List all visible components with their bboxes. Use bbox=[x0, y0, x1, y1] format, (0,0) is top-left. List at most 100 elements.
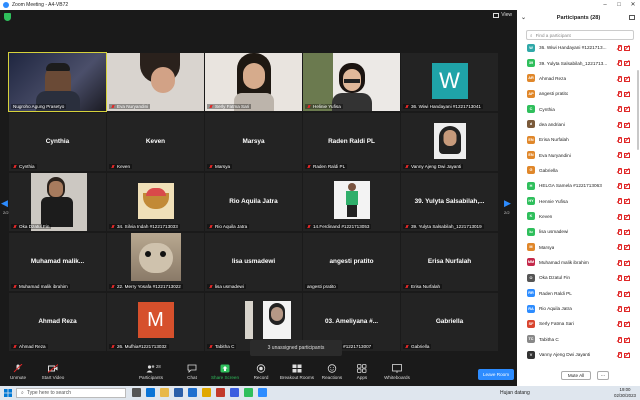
mic-muted-icon[interactable] bbox=[616, 152, 622, 159]
participant-list-item[interactable]: RR Raden Raldi PL bbox=[517, 286, 637, 301]
close-button[interactable]: ✕ bbox=[626, 0, 640, 10]
participant-list-item[interactable]: O Oka Dzatul Fin bbox=[517, 270, 637, 285]
mic-muted-icon[interactable] bbox=[616, 75, 622, 82]
participant-list-item[interactable]: MM Muhamad malik ibrahim bbox=[517, 255, 637, 270]
store-icon[interactable] bbox=[174, 388, 183, 397]
system-clock[interactable]: 19:00 02/30/2023 bbox=[614, 387, 636, 398]
participant-tile[interactable]: Marsya Marsya bbox=[205, 113, 302, 171]
participant-tile[interactable]: angesti pratito angesti pratito bbox=[303, 233, 400, 291]
mic-muted-icon[interactable] bbox=[616, 91, 622, 98]
participant-tile[interactable]: M 26. Mufhia#1221713032 bbox=[107, 293, 204, 351]
mic-muted-icon[interactable] bbox=[616, 183, 622, 190]
view-button[interactable]: View bbox=[493, 12, 512, 18]
task-view-icon[interactable] bbox=[132, 388, 141, 397]
participant-search-input[interactable]: ⌕ Find a participant bbox=[526, 30, 634, 40]
mail-icon[interactable] bbox=[188, 388, 197, 397]
participant-list-item[interactable]: M Marsya bbox=[517, 239, 637, 254]
next-page-arrow[interactable]: ▶ bbox=[504, 198, 512, 208]
participant-tile[interactable]: Keven Keven bbox=[107, 113, 204, 171]
participant-tile[interactable]: 39. Yulyta Salsabilah,... 39. Yulyta Sals… bbox=[401, 173, 498, 231]
taskbar-search-input[interactable]: ⌕ Type here to search bbox=[16, 388, 126, 398]
mic-muted-icon[interactable] bbox=[616, 167, 622, 174]
participants-button[interactable]: Participants 28 bbox=[136, 364, 166, 380]
participant-list-item[interactable]: SF Serly Fatma Sari bbox=[517, 316, 637, 331]
participant-list-item[interactable]: K Keven bbox=[517, 209, 637, 224]
participant-tile[interactable]: Nugroho Agung Prasetyo bbox=[8, 52, 107, 112]
mic-muted-icon[interactable] bbox=[616, 275, 622, 282]
participant-tile[interactable]: Serly Fatma Sari bbox=[205, 53, 302, 111]
participant-list-item[interactable]: lu lisa usmadewi bbox=[517, 224, 637, 239]
mic-muted-icon[interactable] bbox=[616, 321, 622, 328]
windows-start-icon[interactable] bbox=[4, 389, 12, 397]
reactions-button[interactable]: Reactions bbox=[320, 364, 344, 380]
maximize-button[interactable]: □ bbox=[612, 0, 626, 10]
mic-muted-icon[interactable] bbox=[616, 290, 622, 297]
record-button[interactable]: Record bbox=[249, 364, 273, 380]
participant-tile[interactable]: Gabriella Gabriella bbox=[401, 293, 498, 351]
excel-icon[interactable] bbox=[244, 388, 253, 397]
participant-list-item[interactable]: AR Ahmad Reza bbox=[517, 71, 637, 86]
participant-list-item[interactable]: W 36. Wiwi Handayani #1221713... bbox=[517, 40, 637, 55]
unassigned-toast[interactable]: 3 unassigned participants bbox=[250, 340, 342, 356]
mic-muted-icon[interactable] bbox=[616, 259, 622, 266]
participant-tile[interactable]: 14.Ferdinand #1221713053 bbox=[303, 173, 400, 231]
participant-tile[interactable]: Eva Nuryandini bbox=[107, 53, 204, 111]
mic-muted-icon[interactable] bbox=[616, 60, 622, 67]
chevron-down-icon[interactable]: ⌄ bbox=[521, 14, 526, 21]
chat-button[interactable]: Chat bbox=[182, 364, 202, 380]
breakout-rooms-button[interactable]: Breakout Rooms bbox=[278, 364, 316, 380]
panel-scrollbar[interactable] bbox=[637, 70, 639, 150]
participant-list-item[interactable]: 39 39. Yulyta Salsabilah_1221713... bbox=[517, 55, 637, 70]
participant-list-item[interactable]: AP angesti pratito bbox=[517, 86, 637, 101]
start-video-button[interactable]: Start Video bbox=[38, 364, 68, 380]
participant-tile[interactable]: Oka Dzatul Fin bbox=[9, 173, 106, 231]
participant-list-item[interactable]: EN Erisa Nurfalah bbox=[517, 132, 637, 147]
mic-muted-icon[interactable] bbox=[616, 121, 622, 128]
mic-muted-icon[interactable] bbox=[616, 305, 622, 312]
more-options-button[interactable]: ... bbox=[597, 371, 609, 380]
participant-tile[interactable]: Muhamad malik... Muhamad malik ibrahim bbox=[9, 233, 106, 291]
share-screen-button[interactable]: Share Screen bbox=[210, 364, 240, 380]
chrome-icon[interactable] bbox=[202, 388, 211, 397]
whiteboards-button[interactable]: Whiteboards bbox=[380, 364, 414, 380]
participant-list-item[interactable]: C Cynthia bbox=[517, 101, 637, 116]
mic-muted-icon[interactable] bbox=[616, 336, 622, 343]
participant-tile[interactable]: Raden Raldi PL Raden Raldi PL bbox=[303, 113, 400, 171]
edge-browser-icon[interactable] bbox=[146, 388, 155, 397]
participant-tile[interactable]: Ahmad Reza Ahmad Reza bbox=[9, 293, 106, 351]
participant-list-item[interactable]: TC Tabitha C bbox=[517, 332, 637, 347]
word-icon[interactable] bbox=[230, 388, 239, 397]
participant-list-item[interactable]: EN Eva Nuryandini bbox=[517, 147, 637, 162]
mic-muted-icon[interactable] bbox=[616, 45, 622, 51]
participant-tile[interactable]: 34. Silvia Indah #1221713033 bbox=[107, 173, 204, 231]
mic-muted-icon[interactable] bbox=[616, 229, 622, 236]
popout-icon[interactable] bbox=[629, 15, 635, 20]
participant-list-item[interactable]: V Vanny Ajeng Dwi Jayanti bbox=[517, 347, 637, 362]
participant-list-item[interactable]: d dea andriani bbox=[517, 117, 637, 132]
participant-tile[interactable]: Helinie Yufisa bbox=[303, 53, 400, 111]
participant-list-item[interactable]: RA Rio Aquila Jatra bbox=[517, 301, 637, 316]
previous-page-arrow[interactable]: ◀ bbox=[1, 198, 9, 208]
participant-tile[interactable]: Cynthia Cynthia bbox=[9, 113, 106, 171]
minimize-button[interactable]: – bbox=[598, 0, 612, 10]
participant-tile[interactable]: Rio Aquila Jatra Rio Aquila Jatra bbox=[205, 173, 302, 231]
participant-list-item[interactable]: HY Hennie Yufisa bbox=[517, 193, 637, 208]
participant-tile[interactable]: W 36. Wiwi Handayani #1221713041 bbox=[401, 53, 498, 111]
unmute-button[interactable]: Unmute bbox=[6, 364, 30, 380]
mic-muted-icon[interactable] bbox=[616, 244, 622, 251]
office-icon[interactable] bbox=[216, 388, 225, 397]
apps-button[interactable]: Apps bbox=[352, 364, 372, 380]
weather-status[interactable]: Hujan datang bbox=[500, 390, 530, 396]
participant-tile[interactable]: lisa usmadewi lisa usmadewi bbox=[205, 233, 302, 291]
participant-tile[interactable]: Vanny Ajeng Dwi Jayanti bbox=[401, 113, 498, 171]
participant-tile[interactable]: 22. Merry Yosafa #1221713022 bbox=[107, 233, 204, 291]
mic-muted-icon[interactable] bbox=[616, 198, 622, 205]
zoom-taskbar-icon[interactable] bbox=[258, 388, 267, 397]
file-explorer-icon[interactable] bbox=[160, 388, 169, 397]
participant-list-item[interactable]: H HELGA Samela #1221713063 bbox=[517, 178, 637, 193]
security-shield-icon[interactable] bbox=[4, 13, 11, 21]
leave-room-button[interactable]: Leave Room bbox=[478, 369, 514, 380]
participant-list-item[interactable]: G Gabriella bbox=[517, 163, 637, 178]
mic-muted-icon[interactable] bbox=[616, 106, 622, 113]
mic-muted-icon[interactable] bbox=[616, 351, 622, 358]
